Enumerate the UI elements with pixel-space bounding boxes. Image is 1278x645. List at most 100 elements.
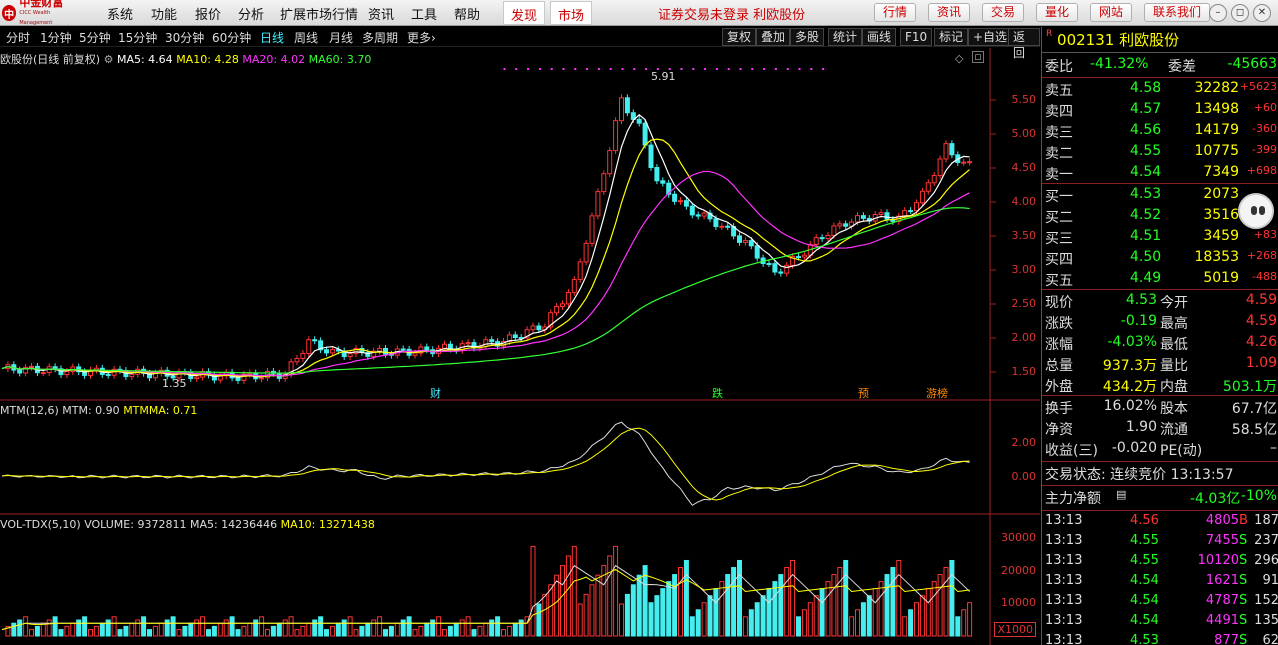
main-net-row[interactable]: 主力净额 ▤ -4.03亿 -10%	[1042, 487, 1278, 508]
candle-body	[554, 305, 560, 314]
volume-bar	[672, 574, 678, 637]
overlay-button[interactable]: 叠加	[756, 28, 791, 46]
menu-quote[interactable]: 报价	[195, 4, 221, 23]
restore-icon[interactable]: ◻	[1231, 4, 1249, 22]
level-label: 买五	[1045, 273, 1073, 289]
tab-discover[interactable]: 发现	[503, 1, 546, 25]
trade-button[interactable]: 交易	[982, 3, 1025, 22]
menu-function[interactable]: 功能	[151, 4, 177, 23]
settings-icon[interactable]: ⚙	[104, 53, 114, 66]
menu-help[interactable]: 帮助	[454, 4, 480, 23]
tick-time: 13:13	[1045, 633, 1083, 645]
volume-bar	[188, 622, 194, 637]
volume-bar	[117, 629, 123, 637]
menu-news[interactable]: 资讯	[368, 4, 394, 23]
f10-button[interactable]: F10	[900, 28, 933, 46]
draw-line-button[interactable]: 画线	[862, 28, 897, 46]
period-15min[interactable]: 15分钟	[118, 29, 157, 46]
volume-bar	[849, 616, 855, 637]
volume-bar	[253, 619, 259, 637]
bid-level-row[interactable]: 买三 4.51 3459 +83	[1042, 227, 1278, 248]
close-icon[interactable]: ✕	[1253, 4, 1271, 22]
mark-button[interactable]: 标记	[934, 28, 969, 46]
add-watchlist-button[interactable]: +自选	[968, 28, 1013, 46]
quote-button[interactable]: 行情	[874, 3, 917, 22]
diamond-icon[interactable]: ◇	[955, 52, 963, 65]
multi-stock-button[interactable]: 多股	[790, 28, 825, 46]
kline-chart-area[interactable]: 欧股份(日线 前复权) ⚙ MA5: 4.64 MA10: 4.28 MA20:…	[0, 48, 1040, 645]
candle-body	[412, 352, 418, 356]
assistant-avatar-icon[interactable]	[1238, 193, 1274, 229]
period-tick[interactable]: 分时	[6, 29, 30, 46]
signal-dot	[527, 68, 530, 70]
event-marker-forecast[interactable]: 预	[858, 385, 869, 401]
tick-side: S	[1239, 573, 1248, 588]
quant-button[interactable]: 量化	[1036, 3, 1079, 22]
volume-bar	[707, 595, 713, 637]
signal-dot	[586, 68, 589, 70]
volume-bar	[406, 616, 412, 637]
volume-bar	[312, 619, 318, 637]
login-notice[interactable]: 证券交易未登录 利欧股份	[658, 4, 805, 23]
news-button[interactable]: 资讯	[928, 3, 971, 22]
period-60min[interactable]: 60分钟	[212, 29, 251, 46]
candle-body	[377, 347, 383, 352]
volume-bar	[837, 567, 843, 637]
tick-side: S	[1239, 553, 1248, 568]
menu-system[interactable]: 系统	[107, 4, 133, 23]
stat-label: 换手	[1045, 401, 1073, 417]
adjust-button[interactable]: 复权	[722, 28, 757, 46]
fundamental-row: 净资 1.90 流通 58.5亿	[1042, 418, 1278, 439]
volume-bar	[919, 595, 925, 637]
ask-level-row[interactable]: 卖三 4.56 14179 -360	[1042, 121, 1278, 142]
period-more[interactable]: 更多›	[407, 29, 436, 46]
stock-header[interactable]: R 002131 利欧股份	[1042, 27, 1278, 53]
level-label: 卖一	[1045, 167, 1073, 183]
bid-level-row[interactable]: 买四 4.50 18353 +268	[1042, 248, 1278, 269]
kline-chart-svg[interactable]	[0, 48, 1040, 645]
tick-row: 13:13 4.54 1621 S 91	[1042, 572, 1278, 592]
stat-value: 4.59	[1245, 313, 1277, 329]
tick-row: 13:13 4.53 877 S 62	[1042, 632, 1278, 645]
contact-button[interactable]: 联系我们	[1144, 3, 1211, 22]
tick-count: 62	[1262, 633, 1278, 645]
volume-bar	[825, 581, 831, 637]
statistics-button[interactable]: 统计	[828, 28, 863, 46]
minimize-icon[interactable]: –	[1209, 4, 1227, 22]
event-marker-ranking[interactable]: 游榜	[926, 385, 948, 401]
period-5min[interactable]: 5分钟	[79, 29, 111, 46]
tab-market[interactable]: 市场	[550, 1, 593, 25]
ask-level-row[interactable]: 卖二 4.55 10775 -399	[1042, 142, 1278, 163]
stat-value: –	[1270, 440, 1277, 456]
menu-tools[interactable]: 工具	[411, 4, 437, 23]
candle-body	[925, 182, 931, 192]
period-multi[interactable]: 多周期	[362, 29, 398, 46]
level-price: 4.50	[1130, 249, 1162, 265]
bid-level-row[interactable]: 买五 4.49 5019 -488	[1042, 269, 1278, 290]
period-30min[interactable]: 30分钟	[165, 29, 204, 46]
period-weekly[interactable]: 周线	[294, 29, 318, 46]
candle-body	[324, 349, 329, 354]
volume-bar	[571, 545, 577, 637]
ask-level-row[interactable]: 卖四 4.57 13498 +60	[1042, 100, 1278, 121]
website-button[interactable]: 网站	[1090, 3, 1133, 22]
menu-analysis[interactable]: 分析	[238, 4, 264, 23]
ask-level-row[interactable]: 卖一 4.54 7349 +698	[1042, 163, 1278, 184]
period-monthly[interactable]: 月线	[329, 29, 353, 46]
level-change: -399	[1252, 143, 1277, 156]
candle-body	[424, 346, 430, 351]
volume-bar	[896, 559, 902, 637]
volume-bar	[731, 567, 737, 637]
back-button[interactable]: 返回	[1008, 28, 1040, 60]
panel-toggle-icon[interactable]: ▫	[972, 51, 984, 63]
event-marker-drop[interactable]: 跌	[712, 385, 723, 401]
event-marker-finance[interactable]: 财	[430, 385, 441, 401]
volume-legend: VOL-TDX(5,10) VOLUME: 9372811 MA5: 14236…	[0, 518, 375, 531]
period-daily[interactable]: 日线	[260, 29, 284, 46]
period-1min[interactable]: 1分钟	[40, 29, 72, 46]
ask-level-row[interactable]: 卖五 4.58 32282 +5623	[1042, 79, 1278, 100]
menu-extended-market[interactable]: 扩展市场行情	[280, 4, 358, 23]
candle-body	[737, 235, 742, 243]
candle-body	[512, 334, 518, 339]
list-icon[interactable]: ▤	[1116, 488, 1126, 501]
